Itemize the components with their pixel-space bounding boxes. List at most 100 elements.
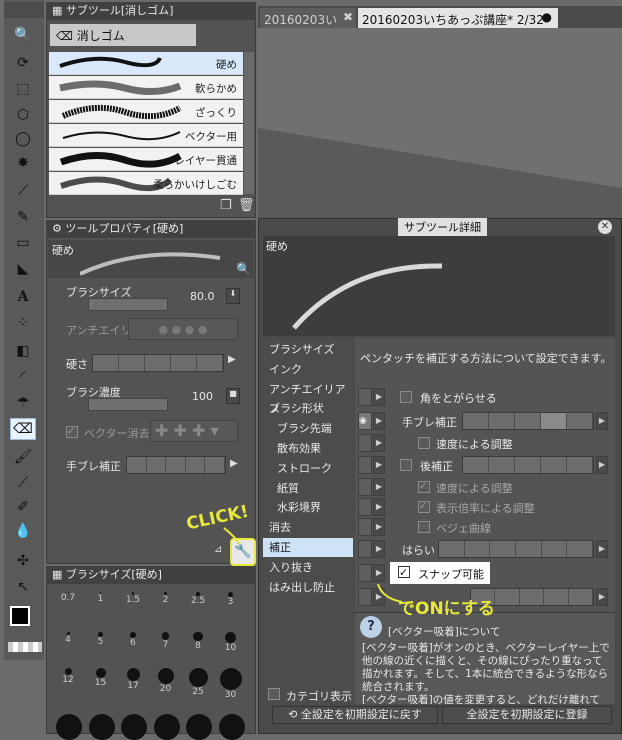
brush-size-dot[interactable] [88,714,115,740]
category-item[interactable]: 水彩境界 [263,498,353,517]
speed-expand[interactable]: ▶ [373,434,385,452]
blend-icon[interactable]: ☂ [10,392,36,414]
category-item[interactable]: ブラシサイズ [263,340,353,359]
post-arrow[interactable]: ▶ [596,456,608,474]
category-item[interactable]: ブラシ形状 [263,399,353,418]
document-tab-2[interactable]: 20160203いちあっぷ講座* 2/32 ● [358,8,558,28]
brush-item-4[interactable]: レイヤー貫通 [49,148,243,171]
stabilize-key[interactable]: ◉ [358,412,372,430]
brush-item-1[interactable]: 軟らかめ [49,76,243,99]
gradient-icon[interactable]: ◧ [10,340,36,362]
zoom-icon[interactable]: 🔍 [10,24,36,46]
snap-strength-key[interactable] [358,588,372,606]
antialias-options[interactable]: ● ● ● ● [128,318,238,340]
category-item[interactable]: アンチエイリアス [263,380,353,415]
close-icon[interactable]: ✖ [343,10,353,24]
snap-strength-arrow[interactable]: ▶ [596,588,608,606]
fill-icon[interactable]: 💧 [10,520,36,542]
subtool-scrollbar[interactable] [244,52,254,194]
brush-size-cell[interactable]: 2 [150,586,182,626]
trash-icon[interactable]: 🗑 [238,198,255,213]
main-color-swatch[interactable] [10,606,30,626]
category-item[interactable]: ストローク [263,459,353,478]
brush-size-dot[interactable] [121,714,147,740]
dialog-close-icon[interactable]: ✕ [598,220,612,234]
zoom-preview-icon[interactable]: 🔍 [236,262,251,276]
category-item[interactable]: 入り抜き [263,558,353,577]
document-tab-1[interactable]: 20160203い ✖ [260,8,356,28]
post-slider[interactable] [462,456,594,474]
brush-size-value[interactable]: 80.0 [190,290,215,303]
brush-size-cell[interactable]: 1.5 [117,586,149,626]
brush-size-dot[interactable] [186,714,212,740]
line-icon[interactable]: ▭ [10,232,36,254]
pen-icon[interactable]: ✎ [10,206,36,228]
magic-wand-icon[interactable]: ✸ [10,152,36,174]
rotate-icon[interactable]: ⟳ [10,52,36,74]
brush-item-5[interactable]: 柔らかいけしごむ [49,172,243,195]
airbrush-icon[interactable]: ⟋ [10,472,36,494]
stabilize-expand-icon[interactable]: ▶ [230,458,238,469]
dotted-icon[interactable]: ⁘ [10,312,36,334]
text-tool-icon[interactable]: A [10,286,36,308]
post-speed-expand[interactable]: ▶ [373,478,385,496]
harai-slider[interactable] [438,540,594,558]
eyedropper-icon[interactable]: ⟋ [10,180,36,202]
hardness-expand-icon[interactable]: ▶ [228,354,236,365]
stabilize-detail-slider[interactable] [462,412,594,430]
eraser-icon[interactable]: ⌫ [10,418,36,440]
brush-size-cell[interactable]: 8 [182,628,214,668]
canvas-area[interactable] [258,28,622,218]
decoration-icon[interactable]: ✐ [10,496,36,518]
brush-size-cell[interactable]: 0.7 [52,586,84,626]
brush-size-dot[interactable] [153,714,180,740]
category-item[interactable]: 紙質 [263,479,353,498]
zoom-expand[interactable]: ▶ [373,498,385,516]
subtool-group-tab[interactable]: ⌫ 消しゴム [50,24,196,46]
category-item[interactable]: 散布効果 [263,439,353,458]
corner-expand[interactable]: ▶ [373,388,385,406]
hardness-slider[interactable] [92,354,224,372]
brush-size-cell[interactable]: 20 [150,668,182,708]
category-item[interactable]: 消去 [263,518,353,537]
selection-ellipse-icon[interactable]: ◯ [10,128,36,150]
density-slider[interactable] [88,398,168,411]
vector-erase-options[interactable]: ✚ ✚ ✚ ▾ [150,420,238,442]
bezier-checkbox[interactable] [418,521,430,533]
brush-size-cell[interactable]: 12 [52,668,84,708]
density-stepper[interactable]: ■ [226,388,240,404]
register-settings-button[interactable]: 全設定を初期設定に登録 [442,706,612,724]
lasso-icon[interactable]: ⬡ [10,104,36,126]
brush-size-cell[interactable]: 1 [85,586,117,626]
bezier-expand[interactable]: ▶ [373,518,385,536]
transparent-color-swatch[interactable] [8,642,42,652]
brush-size-cell[interactable]: 30 [215,668,247,708]
category-item[interactable]: 補正 [263,538,353,557]
reset-settings-button[interactable]: ⟲ 全設定を初期設定に戻す [272,706,438,724]
category-item[interactable]: ブラシ先端 [263,419,353,438]
brush-size-cell[interactable]: 3 [215,586,247,626]
brush-size-spinner[interactable]: ⬇ [226,288,240,304]
copy-subtool-icon[interactable]: ❐ [220,198,232,213]
density-value[interactable]: 100 [192,390,213,403]
operation-icon[interactable]: ↖ [10,576,36,598]
brush-item-0[interactable]: 硬め [49,52,243,75]
figure-icon[interactable]: ◜ [10,366,36,388]
brush-icon[interactable]: 🖌 [10,446,36,468]
harai-key[interactable] [358,540,372,558]
brush-size-cell[interactable]: 5 [85,628,117,668]
stabilize-detail-arrow[interactable]: ▶ [596,412,608,430]
category-item[interactable]: インク [263,360,353,379]
object-select-icon[interactable]: ⬚ [10,78,36,100]
stabilize-slider[interactable] [126,456,226,474]
post-speed-checkbox[interactable]: ✓ [418,481,430,493]
snap-checkbox[interactable]: ✓ [398,566,410,578]
brush-size-dot[interactable] [218,714,245,740]
brush-size-cell[interactable]: 4 [52,628,84,668]
brush-size-cell[interactable]: 6 [117,628,149,668]
snap-key[interactable] [358,564,372,582]
post-checkbox[interactable] [400,459,412,471]
speed-key[interactable] [358,434,372,452]
brush-size-cell[interactable]: 17 [117,668,149,708]
speed-checkbox[interactable] [418,437,430,449]
